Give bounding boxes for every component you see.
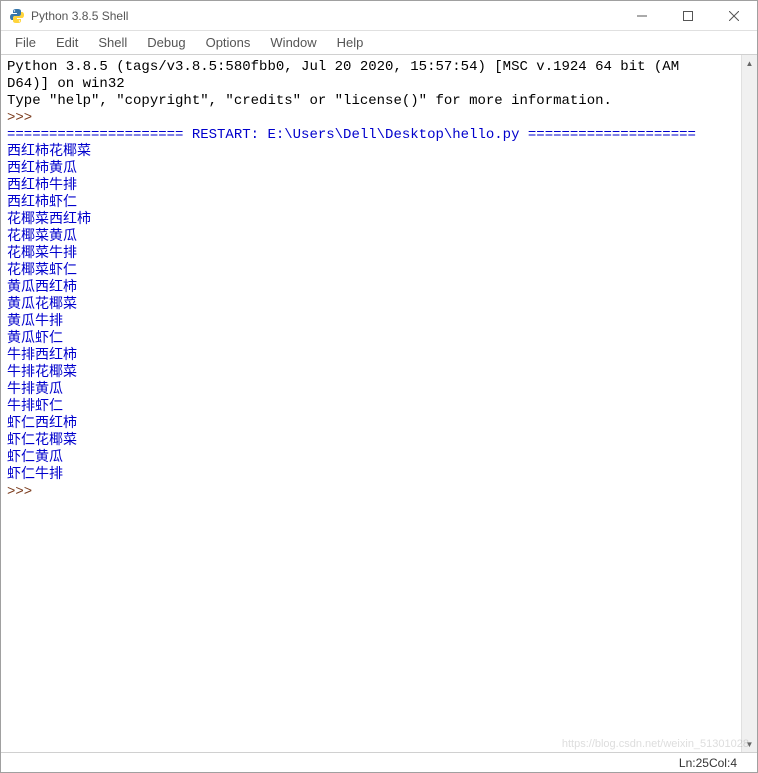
output-line: 虾仁牛排 xyxy=(7,467,63,483)
menubar: File Edit Shell Debug Options Window Hel… xyxy=(1,31,757,55)
menu-file[interactable]: File xyxy=(7,33,44,52)
statusbar: Ln: 25 Col: 4 xyxy=(1,752,757,772)
output-line: 西红柿花椰菜 xyxy=(7,144,91,160)
status-col-value: 4 xyxy=(730,756,737,770)
status-col-label: Col: xyxy=(709,756,730,770)
python-icon xyxy=(9,8,25,24)
maximize-button[interactable] xyxy=(665,1,711,31)
output-line: 虾仁花椰菜 xyxy=(7,433,77,449)
shell-content[interactable]: Python 3.8.5 (tags/v3.8.5:580fbb0, Jul 2… xyxy=(1,55,741,752)
output-line: 黄瓜花椰菜 xyxy=(7,297,77,313)
scroll-up-icon[interactable]: ▲ xyxy=(742,55,757,71)
menu-options[interactable]: Options xyxy=(198,33,259,52)
prompt: >>> xyxy=(7,110,41,126)
output-line: 黄瓜虾仁 xyxy=(7,331,63,347)
output-line: 花椰菜牛排 xyxy=(7,246,77,262)
output-line: 牛排虾仁 xyxy=(7,399,63,415)
menu-shell[interactable]: Shell xyxy=(90,33,135,52)
banner-line: Python 3.8.5 (tags/v3.8.5:580fbb0, Jul 2… xyxy=(7,59,679,75)
status-ln-value: 25 xyxy=(696,756,709,770)
output-line: 花椰菜虾仁 xyxy=(7,263,77,279)
titlebar: Python 3.8.5 Shell xyxy=(1,1,757,31)
output-line: 牛排花椰菜 xyxy=(7,365,77,381)
banner-line: D64)] on win32 xyxy=(7,76,125,92)
prompt: >>> xyxy=(7,484,41,500)
menu-window[interactable]: Window xyxy=(262,33,324,52)
close-button[interactable] xyxy=(711,1,757,31)
menu-edit[interactable]: Edit xyxy=(48,33,86,52)
content-wrap: Python 3.8.5 (tags/v3.8.5:580fbb0, Jul 2… xyxy=(1,55,757,752)
window-title: Python 3.8.5 Shell xyxy=(31,9,619,23)
vertical-scrollbar[interactable]: ▲ ▼ xyxy=(741,55,757,752)
output-line: 虾仁黄瓜 xyxy=(7,450,63,466)
output-line: 虾仁西红柿 xyxy=(7,416,77,432)
output-line: 花椰菜黄瓜 xyxy=(7,229,77,245)
output-line: 牛排西红柿 xyxy=(7,348,77,364)
status-ln-label: Ln: xyxy=(679,756,696,770)
scroll-track[interactable] xyxy=(742,71,757,736)
output-line: 黄瓜牛排 xyxy=(7,314,63,330)
scroll-down-icon[interactable]: ▼ xyxy=(742,736,757,752)
menu-help[interactable]: Help xyxy=(329,33,372,52)
output-line: 西红柿虾仁 xyxy=(7,195,77,211)
minimize-button[interactable] xyxy=(619,1,665,31)
banner-line: Type "help", "copyright", "credits" or "… xyxy=(7,93,612,109)
menu-debug[interactable]: Debug xyxy=(139,33,193,52)
restart-line: ===================== RESTART: E:\Users\… xyxy=(7,127,696,143)
output-line: 牛排黄瓜 xyxy=(7,382,63,398)
output-line: 花椰菜西红柿 xyxy=(7,212,91,228)
window-controls xyxy=(619,1,757,30)
output-line: 黄瓜西红柿 xyxy=(7,280,77,296)
output-line: 西红柿牛排 xyxy=(7,178,77,194)
output-line: 西红柿黄瓜 xyxy=(7,161,77,177)
